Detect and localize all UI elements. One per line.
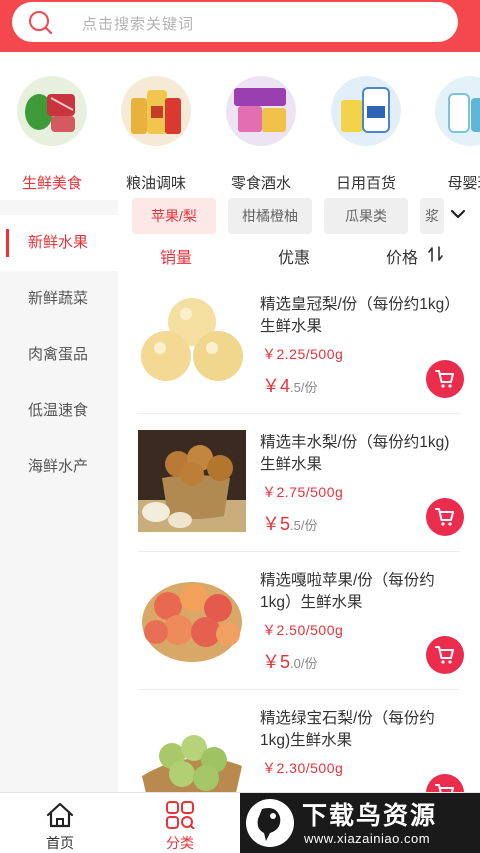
- product-name[interactable]: 精选丰水梨/份（每份约1kg)生鲜水果: [260, 432, 456, 476]
- product-card[interactable]: 精选皇冠梨/份（每份约1kg）生鲜水果 ￥2.25/500g ￥4.5/份: [138, 276, 464, 414]
- product-name[interactable]: 精选皇冠梨/份（每份约1kg）生鲜水果: [260, 294, 456, 338]
- category-mother-baby[interactable]: 母婴玩: [430, 76, 480, 192]
- product-card[interactable]: 精选丰水梨/份（每份约1kg)生鲜水果 ￥2.75/500g ￥5.5/份: [138, 414, 464, 552]
- search-bar[interactable]: 点击搜索关键词: [12, 2, 458, 42]
- cart-icon: [435, 370, 454, 388]
- category-label: 零食酒水: [230, 175, 291, 192]
- product-image: [138, 292, 246, 394]
- price-symbol: ￥: [262, 652, 280, 672]
- category-label: 生鲜美食: [21, 175, 82, 192]
- subcategory-sidebar: 新鲜水果 新鲜蔬菜 肉禽蛋品 低温速食 海鲜水产: [0, 200, 118, 792]
- price-decimal: .5/份: [290, 380, 318, 395]
- search-placeholder[interactable]: 点击搜索关键词: [82, 13, 194, 34]
- snacks-image: [226, 76, 296, 146]
- sort-by-sales[interactable]: 销量: [160, 244, 192, 268]
- tab-home-label: 首页: [46, 835, 74, 851]
- price-symbol: ￥: [262, 376, 280, 396]
- sidebar-item-fresh-fruit[interactable]: 新鲜水果: [0, 215, 118, 271]
- price-integer: 5: [280, 514, 291, 534]
- tab-category-label: 分类: [166, 835, 194, 851]
- search-icon: [29, 11, 52, 34]
- price-symbol: ￥: [262, 514, 280, 534]
- category-grain-oil[interactable]: 粮油调味: [116, 76, 196, 192]
- sidebar-item-meat-eggs[interactable]: 肉禽蛋品: [0, 327, 118, 383]
- header: 点击搜索关键词: [0, 0, 480, 52]
- product-card[interactable]: 精选嘎啦苹果/份（每份约1kg）生鲜水果 ￥2.50/500g ￥5.0/份: [138, 552, 464, 690]
- app-screen: 点击搜索关键词 生鲜美食 粮油调味 零食酒水 日用百货 母婴 新鲜水果 新鲜蔬菜…: [0, 0, 480, 853]
- add-to-cart-button[interactable]: [426, 498, 464, 536]
- chip-melons[interactable]: 瓜果类: [324, 198, 408, 234]
- filter-chips: 苹果/梨 柑橘橙柚 瓜果类 浆: [118, 198, 480, 238]
- product-price: ￥4.5/份: [262, 372, 317, 398]
- product-unit-price: ￥2.25/500g: [262, 346, 344, 362]
- tab-home[interactable]: 首页: [0, 793, 120, 853]
- add-to-cart-button[interactable]: [426, 360, 464, 398]
- sidebar-item-frozen-food[interactable]: 低温速食: [0, 383, 118, 439]
- cart-icon: [435, 646, 454, 664]
- meat-vegetable-image: [17, 76, 87, 146]
- category-label: 日用百货: [335, 175, 396, 192]
- sort-bar: 销量 优惠 价格: [118, 238, 480, 276]
- category-label: 粮油调味: [125, 175, 186, 192]
- product-unit-price: ￥2.75/500g: [262, 484, 344, 500]
- product-unit-price: ￥2.30/500g: [262, 760, 344, 776]
- product-price: ￥5.0/份: [262, 648, 317, 674]
- product-image: [138, 706, 246, 792]
- chip-citrus[interactable]: 柑橘橙柚: [228, 198, 312, 234]
- detergent-image: [331, 76, 401, 146]
- watermark-url: www.xiazainiao.com: [304, 831, 431, 846]
- category-grid-icon: [166, 801, 195, 829]
- watermark-title: 下载鸟资源: [302, 802, 438, 830]
- product-unit-price: ￥2.50/500g: [262, 622, 344, 638]
- cart-icon: [435, 784, 454, 792]
- oil-bottles-image: [121, 76, 191, 146]
- sidebar-item-fresh-vegetables[interactable]: 新鲜蔬菜: [0, 271, 118, 327]
- category-daily-goods[interactable]: 日用百货: [326, 76, 406, 192]
- category-snacks-drinks[interactable]: 零食酒水: [221, 76, 301, 192]
- product-image: [138, 568, 246, 670]
- sort-by-price[interactable]: 价格: [386, 244, 418, 268]
- sort-by-discount[interactable]: 优惠: [278, 244, 310, 268]
- category-row: 生鲜美食 粮油调味 零食酒水 日用百货 母婴: [0, 52, 480, 200]
- tab-category[interactable]: 分类: [120, 793, 240, 853]
- product-card[interactable]: 精选绿宝石梨/份（每份约1kg)生鲜水果 ￥2.30/500g: [138, 690, 464, 792]
- price-integer: 4: [280, 376, 291, 396]
- product-image: [138, 430, 246, 532]
- price-integer: 5: [280, 652, 291, 672]
- product-name[interactable]: 精选嘎啦苹果/份（每份约1kg）生鲜水果: [260, 570, 456, 614]
- home-icon: [46, 802, 74, 828]
- add-to-cart-button[interactable]: [426, 636, 464, 674]
- baby-bottle-image: [435, 76, 480, 146]
- product-list: 精选皇冠梨/份（每份约1kg）生鲜水果 ￥2.25/500g ￥4.5/份 精选…: [118, 276, 480, 792]
- sidebar-item-seafood[interactable]: 海鲜水产: [0, 439, 118, 495]
- category-fresh-food[interactable]: 生鲜美食: [12, 76, 92, 192]
- product-name[interactable]: 精选绿宝石梨/份（每份约1kg)生鲜水果: [260, 708, 456, 752]
- product-price: ￥5.5/份: [262, 510, 317, 536]
- price-decimal: .0/份: [290, 656, 318, 671]
- price-decimal: .5/份: [290, 518, 318, 533]
- chip-apple-pear[interactable]: 苹果/梨: [132, 198, 216, 234]
- add-to-cart-button[interactable]: [426, 774, 464, 792]
- sort-arrows-icon[interactable]: [428, 244, 444, 264]
- chevron-down-icon[interactable]: [448, 204, 468, 224]
- category-label: 母婴玩: [447, 175, 480, 192]
- chip-berries[interactable]: 浆: [420, 198, 444, 234]
- cart-icon: [435, 508, 454, 526]
- watermark: 下载鸟资源 www.xiazainiao.com: [240, 793, 480, 853]
- watermark-logo: [246, 799, 294, 847]
